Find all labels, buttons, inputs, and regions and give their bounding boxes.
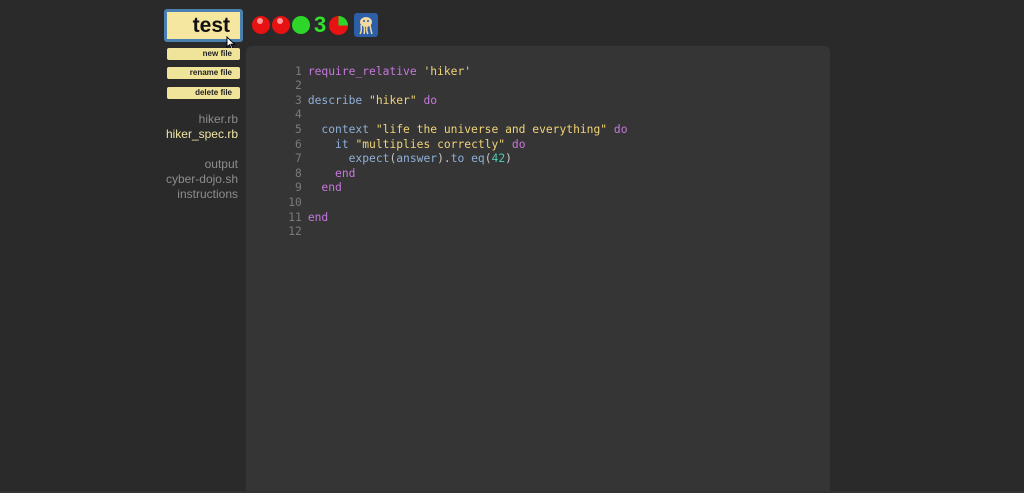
file-hiker-spec-rb[interactable]: hiker_spec.rb bbox=[166, 127, 238, 142]
new-file-button[interactable]: new file bbox=[167, 48, 240, 60]
code-line: 3 describe "hiker" do bbox=[246, 79, 830, 107]
support-file-list: output cyber-dojo.sh instructions bbox=[166, 157, 238, 202]
jellyfish-icon bbox=[359, 17, 373, 35]
green-traffic-light-icon[interactable] bbox=[292, 16, 310, 34]
code-line: 10 bbox=[246, 181, 830, 209]
code-editor[interactable]: 1 require_relative 'hiker' 2 3 describe "h… bbox=[246, 46, 830, 493]
code-line: 4 bbox=[246, 94, 830, 121]
code-line: 9 end bbox=[246, 167, 830, 194]
code-line: 11 end bbox=[246, 196, 830, 224]
code-line: 1 require_relative 'hiker' bbox=[246, 50, 830, 78]
code-line: 8 end bbox=[246, 152, 830, 180]
code-line: 6 it "multiplies correctly" do bbox=[246, 123, 830, 151]
traffic-light-count: 3 bbox=[314, 12, 327, 37]
file-cyber-dojo-sh[interactable]: cyber-dojo.sh bbox=[166, 172, 238, 187]
delete-file-button[interactable]: delete file bbox=[167, 87, 240, 99]
animal-avatar-icon[interactable] bbox=[354, 13, 379, 37]
code-line: 5 context "life the universe and everyth… bbox=[246, 108, 830, 136]
code-line: 2 bbox=[246, 65, 830, 92]
traffic-lights: 3 bbox=[252, 12, 379, 37]
file-instructions[interactable]: instructions bbox=[166, 187, 238, 202]
red-traffic-light-icon[interactable] bbox=[252, 16, 270, 34]
file-hiker-rb[interactable]: hiker.rb bbox=[166, 112, 238, 127]
code-line: 12 bbox=[246, 211, 830, 238]
pie-chart-icon bbox=[329, 15, 349, 35]
source-file-list: hiker.rb hiker_spec.rb bbox=[166, 112, 238, 142]
code-line: 7 expect(answer).to eq(42) bbox=[246, 138, 830, 165]
cyber-dojo-page: test 3 new file rename file delete file … bbox=[0, 0, 1024, 493]
rename-file-button[interactable]: rename file bbox=[167, 67, 240, 79]
file-output[interactable]: output bbox=[166, 157, 238, 172]
line-number: 12 bbox=[288, 225, 302, 239]
red-traffic-light-icon[interactable] bbox=[272, 16, 290, 34]
